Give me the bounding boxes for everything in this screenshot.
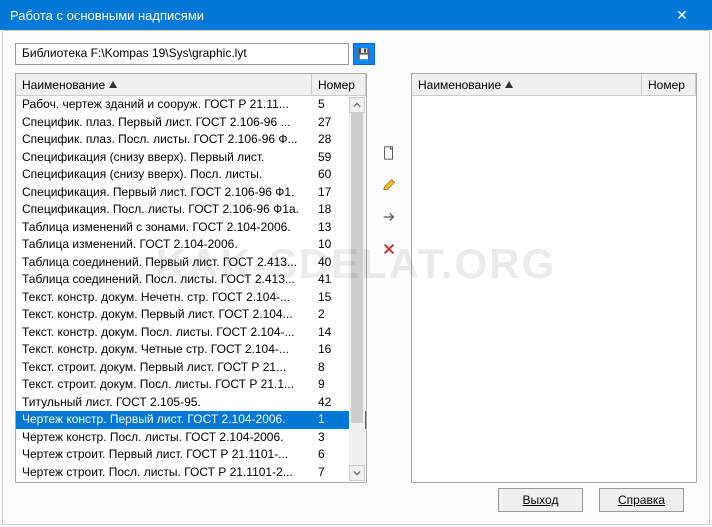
- table-row[interactable]: Чертеж строит. Первый лист. ГОСТ Р 21.11…: [16, 446, 366, 464]
- col-name-header[interactable]: Наименование: [16, 74, 312, 95]
- row-name: Спецификация (снизу вверх). Первый лист.: [16, 149, 312, 167]
- table-row[interactable]: Специфик. плаз. Первый лист. ГОСТ 2.106-…: [16, 114, 366, 132]
- edit-button[interactable]: [378, 175, 400, 197]
- row-name: Текст. строит. докум. Посл. листы. ГОСТ …: [16, 376, 312, 394]
- row-name: Таблица изменений. ГОСТ 2.104-2006.: [16, 236, 312, 254]
- row-name: Спецификация. Первый лист. ГОСТ 2.106-96…: [16, 184, 312, 202]
- row-name: Титульный лист. ГОСТ 2.105-95.: [16, 394, 312, 412]
- row-name: Специфик. плаз. Первый лист. ГОСТ 2.106-…: [16, 114, 312, 132]
- col-number-header-right[interactable]: Номер: [642, 74, 696, 95]
- scroll-up-button[interactable]: [349, 97, 365, 113]
- table-row[interactable]: Чертеж констр. Посл. листы. ГОСТ 2.104-2…: [16, 429, 366, 447]
- sort-asc-icon: [505, 81, 513, 88]
- table-row[interactable]: Текст. констр. докум. Четные стр. ГОСТ 2…: [16, 341, 366, 359]
- titlebar: Работа с основными надписями ✕: [0, 0, 712, 30]
- row-name: Спецификация. Посл. листы. ГОСТ 2.106-96…: [16, 201, 312, 219]
- row-name: Чертеж строит. Первый лист. ГОСТ Р 21.11…: [16, 446, 312, 464]
- scroll-down-button[interactable]: [349, 465, 365, 481]
- library-browse-button[interactable]: 💾: [353, 43, 375, 65]
- arrow-right-icon: [382, 210, 396, 227]
- table-row[interactable]: Чертеж констр. Первый лист. ГОСТ 2.104-2…: [16, 411, 366, 429]
- row-name: Текст. констр. докум. Нечетн. стр. ГОСТ …: [16, 289, 312, 307]
- row-name: Чертеж строит. Посл. листы. ГОСТ Р 21.11…: [16, 464, 312, 482]
- table-row[interactable]: Таблица соединений. Посл. листы. ГОСТ 2.…: [16, 271, 366, 289]
- table-row[interactable]: Рабоч. чертеж зданий и сооруж. ГОСТ Р 21…: [16, 96, 366, 114]
- library-path-input[interactable]: Библиотека F:\Kompas 19\Sys\graphic.lyt: [15, 43, 349, 65]
- exit-button[interactable]: Выход: [498, 488, 583, 512]
- tool-column: [375, 73, 403, 483]
- table-row[interactable]: Таблица изменений с зонами. ГОСТ 2.104-2…: [16, 219, 366, 237]
- row-name: Рабоч. чертеж зданий и сооруж. ГОСТ Р 21…: [16, 96, 312, 114]
- row-name: Текст. констр. докум. Первый лист. ГОСТ …: [16, 306, 312, 324]
- window-title: Работа с основными надписями: [10, 8, 662, 23]
- table-row[interactable]: Чертеж строит. Посл. листы. ГОСТ Р 21.11…: [16, 464, 366, 482]
- row-name: Чертеж констр. Посл. листы. ГОСТ 2.104-2…: [16, 429, 312, 447]
- table-row[interactable]: Текст. строит. докум. Первый лист. ГОСТ …: [16, 359, 366, 377]
- row-name: Спецификация (снизу вверх). Посл. листы.: [16, 166, 312, 184]
- table-row[interactable]: Текст. констр. докум. Посл. листы. ГОСТ …: [16, 324, 366, 342]
- right-rows[interactable]: [412, 96, 696, 482]
- right-list-panel: Наименование Номер: [411, 73, 697, 483]
- table-row[interactable]: Спецификация (снизу вверх). Посл. листы.…: [16, 166, 366, 184]
- main-area: Наименование Номер Рабоч. чертеж зданий …: [15, 73, 697, 483]
- left-columns: Наименование Номер: [16, 74, 366, 96]
- col-name-header-right[interactable]: Наименование: [412, 74, 642, 95]
- row-name: Текст. констр. докум. Четные стр. ГОСТ 2…: [16, 341, 312, 359]
- row-name: Специфик. плаз. Посл. листы. ГОСТ 2.106-…: [16, 131, 312, 149]
- right-columns: Наименование Номер: [412, 74, 696, 96]
- table-row[interactable]: Специфик. плаз. Посл. листы. ГОСТ 2.106-…: [16, 131, 366, 149]
- pencil-icon: [382, 178, 396, 195]
- library-row: Библиотека F:\Kompas 19\Sys\graphic.lyt …: [15, 43, 375, 65]
- table-row[interactable]: Текст. строит. докум. Посл. листы. ГОСТ …: [16, 376, 366, 394]
- left-rows[interactable]: Рабоч. чертеж зданий и сооруж. ГОСТ Р 21…: [16, 96, 366, 482]
- table-row[interactable]: Спецификация (снизу вверх). Первый лист.…: [16, 149, 366, 167]
- table-row[interactable]: Спецификация. Посл. листы. ГОСТ 2.106-96…: [16, 201, 366, 219]
- close-button[interactable]: ✕: [662, 1, 702, 29]
- row-name: Таблица соединений. Посл. листы. ГОСТ 2.…: [16, 271, 312, 289]
- disk-icon: 💾: [357, 48, 371, 61]
- left-list-panel: Наименование Номер Рабоч. чертеж зданий …: [15, 73, 367, 483]
- dialog-body: Библиотека F:\Kompas 19\Sys\graphic.lyt …: [2, 30, 710, 525]
- row-name: Текст. констр. докум. Посл. листы. ГОСТ …: [16, 324, 312, 342]
- scrollbar-thumb[interactable]: [351, 113, 363, 423]
- row-name: Таблица соединений. Первый лист. ГОСТ 2.…: [16, 254, 312, 272]
- bottom-buttons: Выход Справка: [498, 488, 684, 512]
- row-name: Чертеж констр. Первый лист. ГОСТ 2.104-2…: [16, 411, 312, 429]
- table-row[interactable]: Таблица изменений. ГОСТ 2.104-2006.10: [16, 236, 366, 254]
- row-name: Таблица изменений с зонами. ГОСТ 2.104-2…: [16, 219, 312, 237]
- move-right-button[interactable]: [378, 207, 400, 229]
- delete-button[interactable]: [378, 239, 400, 261]
- help-button[interactable]: Справка: [599, 488, 684, 512]
- table-row[interactable]: Титульный лист. ГОСТ 2.105-95.42: [16, 394, 366, 412]
- sort-asc-icon: [109, 81, 117, 88]
- delete-x-icon: [382, 242, 396, 259]
- table-row[interactable]: Таблица соединений. Первый лист. ГОСТ 2.…: [16, 254, 366, 272]
- col-number-header[interactable]: Номер: [312, 74, 366, 95]
- row-name: Текст. строит. докум. Первый лист. ГОСТ …: [16, 359, 312, 377]
- new-button[interactable]: [378, 143, 400, 165]
- table-row[interactable]: Спецификация. Первый лист. ГОСТ 2.106-96…: [16, 184, 366, 202]
- table-row[interactable]: Текст. констр. докум. Нечетн. стр. ГОСТ …: [16, 289, 366, 307]
- document-icon: [382, 146, 396, 163]
- scrollbar-track[interactable]: [349, 113, 365, 465]
- table-row[interactable]: Текст. констр. докум. Первый лист. ГОСТ …: [16, 306, 366, 324]
